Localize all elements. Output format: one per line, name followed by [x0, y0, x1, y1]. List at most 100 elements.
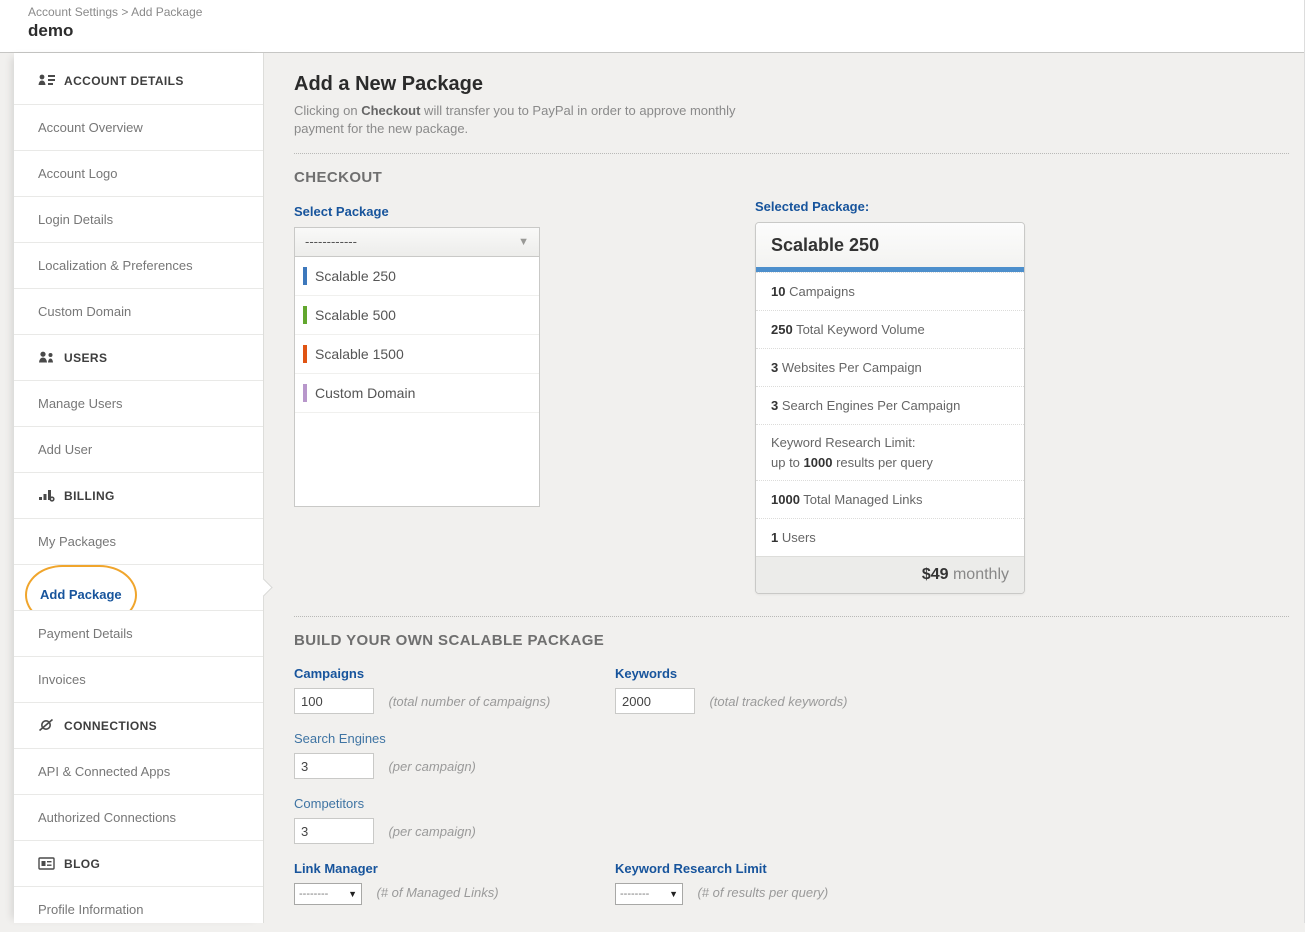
- sidebar-item-label: API & Connected Apps: [38, 764, 170, 779]
- keyword-research-limit-select[interactable]: -------- ▼: [615, 883, 683, 905]
- keyword-research-limit-hint: (# of results per query): [697, 885, 828, 900]
- sidebar-item-manage-users[interactable]: Manage Users: [14, 380, 263, 426]
- option-label: Scalable 500: [315, 307, 396, 323]
- package-price: $49 monthly: [756, 556, 1024, 593]
- chevron-down-icon: ▼: [348, 884, 357, 904]
- feature-value: 10: [771, 284, 785, 299]
- option-color-bar: [303, 384, 307, 402]
- sidebar-item-label: Login Details: [38, 212, 113, 227]
- selected-package-column: Selected Package: Scalable 250 10 Campai…: [755, 199, 1025, 594]
- sidebar-item-api-connected-apps[interactable]: API & Connected Apps: [14, 748, 263, 794]
- option-color-bar: [303, 267, 307, 285]
- package-feature-keyword-research-limit: Keyword Research Limit: up to 1000 resul…: [756, 424, 1024, 480]
- sidebar-section-billing: BILLING: [14, 472, 263, 518]
- sidebar-item-profile-information[interactable]: Profile Information: [14, 886, 263, 932]
- competitors-input[interactable]: [294, 818, 374, 844]
- package-feature-keyword-volume: 250 Total Keyword Volume: [756, 310, 1024, 348]
- sidebar-section-label: CONNECTIONS: [64, 719, 157, 733]
- sidebar-section-label: USERS: [64, 351, 107, 365]
- feature-text: Search Engines Per Campaign: [778, 398, 960, 413]
- field-campaigns: Campaigns (total number of campaigns): [294, 666, 615, 714]
- main-content: Add a New Package Clicking on Checkout w…: [265, 53, 1304, 923]
- divider: [294, 153, 1289, 154]
- package-feature-websites: 3 Websites Per Campaign: [756, 348, 1024, 386]
- package-select-dropdown[interactable]: ------------ ▼: [294, 227, 540, 257]
- account-name-title: demo: [28, 21, 73, 41]
- feature-text: Total Keyword Volume: [793, 322, 925, 337]
- sidebar-item-payment-details[interactable]: Payment Details: [14, 610, 263, 656]
- feature-line2-pre: up to: [771, 455, 804, 470]
- field-competitors: Competitors (per campaign): [294, 796, 615, 844]
- build-package-form: Campaigns (total number of campaigns) Ke…: [294, 649, 1289, 905]
- search-engines-label: Search Engines: [294, 731, 615, 746]
- divider: [294, 616, 1289, 617]
- sidebar-item-label: My Packages: [38, 534, 116, 549]
- field-keywords: Keywords (total tracked keywords): [615, 666, 1289, 714]
- breadcrumb[interactable]: Account Settings > Add Package: [28, 5, 202, 19]
- package-option-scalable-500[interactable]: Scalable 500: [295, 296, 539, 335]
- billing-icon: [38, 475, 56, 518]
- sidebar-section-blog: BLOG: [14, 840, 263, 886]
- settings-sidebar: ACCOUNT DETAILS Account Overview Account…: [14, 53, 264, 923]
- subtitle-pre: Clicking on: [294, 103, 361, 118]
- package-feature-campaigns: 10 Campaigns: [756, 272, 1024, 310]
- sidebar-item-add-user[interactable]: Add User: [14, 426, 263, 472]
- package-select-value: ------------: [305, 234, 357, 249]
- feature-text: Websites Per Campaign: [778, 360, 922, 375]
- feature-value: 1000: [804, 455, 833, 470]
- sidebar-item-localization-preferences[interactable]: Localization & Preferences: [14, 242, 263, 288]
- sidebar-item-label: Payment Details: [38, 626, 133, 641]
- sidebar-item-label: Account Overview: [38, 120, 143, 135]
- competitors-hint: (per campaign): [388, 824, 475, 839]
- page-subtitle: Clicking on Checkout will transfer you t…: [294, 102, 774, 137]
- sidebar-section-users: USERS: [14, 334, 263, 380]
- sidebar-item-login-details[interactable]: Login Details: [14, 196, 263, 242]
- sidebar-section-label: BLOG: [64, 857, 100, 871]
- sidebar-item-my-packages[interactable]: My Packages: [14, 518, 263, 564]
- sidebar-item-account-overview[interactable]: Account Overview: [14, 104, 263, 150]
- field-search-engines: Search Engines (per campaign): [294, 731, 615, 779]
- campaigns-hint: (total number of campaigns): [388, 694, 550, 709]
- sidebar-section-label: BILLING: [64, 489, 115, 503]
- field-keyword-research-limit: Keyword Research Limit -------- ▼ (# of r…: [615, 861, 1289, 905]
- sidebar-item-add-package[interactable]: Add Package: [14, 564, 263, 610]
- checkout-section-title: CHECKOUT: [294, 169, 1289, 186]
- select-value: --------: [620, 888, 649, 900]
- active-item-highlight-oval: Add Package: [25, 565, 137, 610]
- top-bar: Account Settings > Add Package demo: [0, 0, 1304, 53]
- select-package-label: Select Package: [294, 204, 540, 219]
- sidebar-section-connections: CONNECTIONS: [14, 702, 263, 748]
- chevron-down-icon: ▼: [669, 884, 678, 904]
- package-feature-users: 1 Users: [756, 518, 1024, 556]
- package-option-scalable-250[interactable]: Scalable 250: [295, 257, 539, 296]
- package-name: Scalable 250: [756, 223, 1024, 267]
- sidebar-item-account-logo[interactable]: Account Logo: [14, 150, 263, 196]
- feature-value: 250: [771, 322, 793, 337]
- feature-text: Campaigns: [785, 284, 854, 299]
- sidebar-item-invoices[interactable]: Invoices: [14, 656, 263, 702]
- feature-text: Total Managed Links: [800, 492, 923, 507]
- feature-line1: Keyword Research Limit:: [771, 435, 916, 450]
- package-option-custom-domain[interactable]: Custom Domain: [295, 374, 539, 413]
- search-engines-input[interactable]: [294, 753, 374, 779]
- campaigns-input[interactable]: [294, 688, 374, 714]
- field-link-manager: Link Manager -------- ▼ (# of Managed Lin…: [294, 861, 615, 905]
- link-manager-hint: (# of Managed Links): [376, 885, 498, 900]
- package-feature-managed-links: 1000 Total Managed Links: [756, 480, 1024, 518]
- keywords-input[interactable]: [615, 688, 695, 714]
- keyword-research-limit-label: Keyword Research Limit: [615, 861, 1289, 876]
- sidebar-item-custom-domain[interactable]: Custom Domain: [14, 288, 263, 334]
- competitors-label: Competitors: [294, 796, 615, 811]
- option-color-bar: [303, 306, 307, 324]
- package-option-scalable-1500[interactable]: Scalable 1500: [295, 335, 539, 374]
- sidebar-section-account-details: ACCOUNT DETAILS: [14, 58, 263, 104]
- feature-text: Users: [778, 530, 816, 545]
- link-manager-select[interactable]: -------- ▼: [294, 883, 362, 905]
- sidebar-item-label: Custom Domain: [38, 304, 131, 319]
- campaigns-label: Campaigns: [294, 666, 615, 681]
- price-amount: $49: [922, 566, 949, 583]
- link-manager-label: Link Manager: [294, 861, 615, 876]
- sidebar-item-authorized-connections[interactable]: Authorized Connections: [14, 794, 263, 840]
- subtitle-bold: Checkout: [361, 103, 420, 118]
- select-value: --------: [299, 888, 328, 900]
